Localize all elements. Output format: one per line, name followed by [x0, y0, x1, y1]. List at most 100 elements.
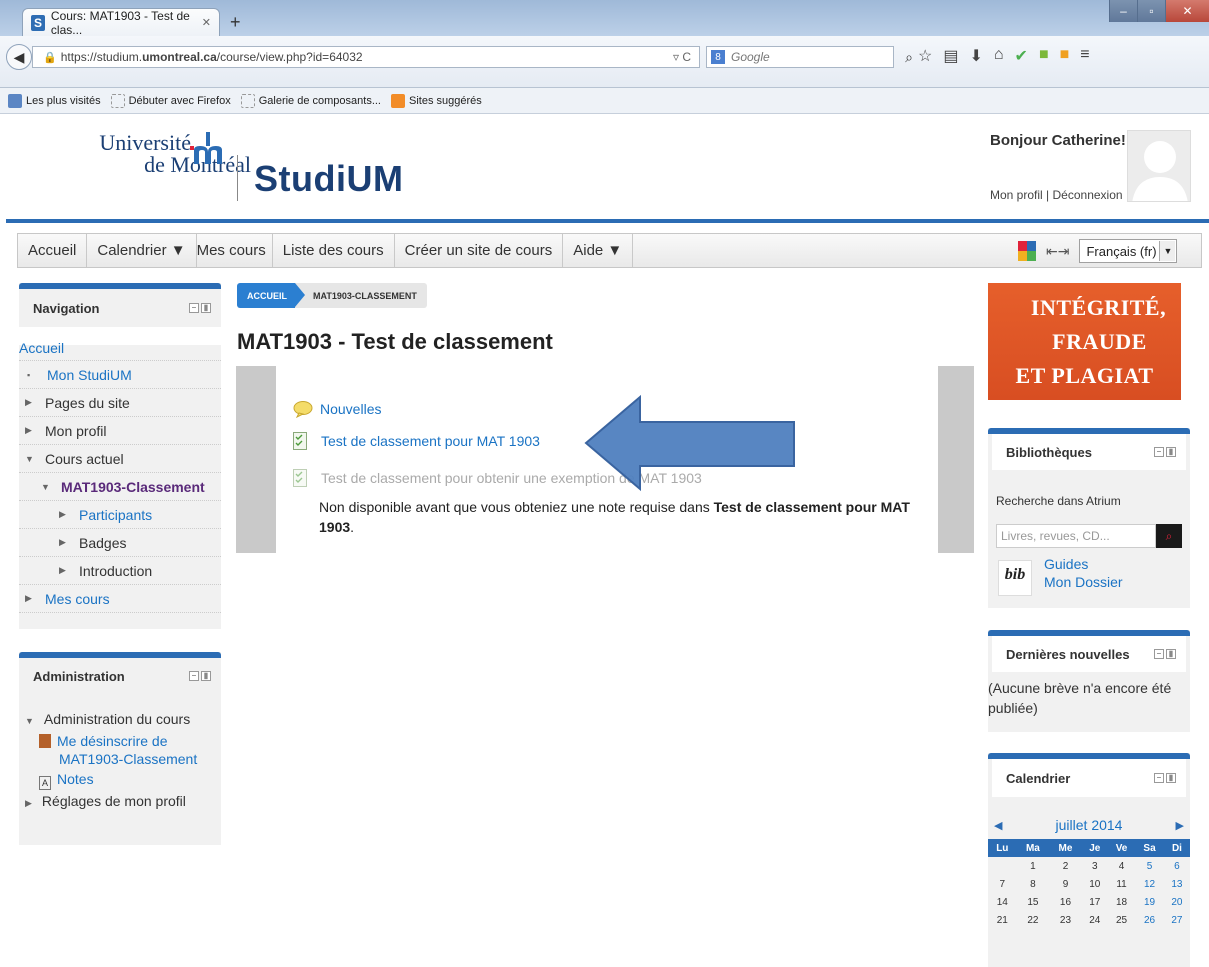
bookmark-getting-started[interactable]: Débuter avec Firefox: [110, 93, 231, 108]
calendar-day[interactable]: 2: [1049, 857, 1082, 875]
calendar-day[interactable]: 4: [1108, 857, 1135, 875]
reading-list-icon[interactable]: ▤: [943, 46, 958, 66]
calendar-day[interactable]: 15: [1017, 893, 1050, 911]
expand-width-icon[interactable]: ⇤⇥: [1046, 243, 1069, 260]
menu-item-my-courses[interactable]: Mes cours: [197, 234, 272, 267]
nav-item-introduction[interactable]: ▶ Introduction: [19, 557, 221, 585]
calendar-day[interactable]: 3: [1082, 857, 1108, 875]
nav-item-my-profile[interactable]: ▶ Mon profil: [19, 417, 221, 445]
previous-month-icon[interactable]: ◀: [994, 819, 1002, 832]
calendar-day[interactable]: 25: [1108, 911, 1135, 929]
integrity-banner[interactable]: INTÉGRITÉ, FRAUDE ET PLAGIAT: [988, 283, 1181, 400]
calendar-day[interactable]: 8: [1017, 875, 1050, 893]
menu-item-calendar[interactable]: Calendrier ▼: [87, 234, 197, 267]
admin-item-profile-settings[interactable]: ▶ Réglages de mon profil: [25, 790, 221, 814]
menu-item-course-list[interactable]: Liste des cours: [271, 234, 395, 267]
dock-icon[interactable]: ▮: [201, 303, 211, 313]
admin-item-course-admin[interactable]: ▼ Administration du cours: [25, 708, 221, 732]
calendar-day[interactable]: 22: [1017, 911, 1050, 929]
download-icon[interactable]: ⬇: [969, 46, 982, 66]
green-addon-icon[interactable]: ■: [1039, 46, 1049, 66]
header-divider: [6, 219, 1209, 223]
calendar-day[interactable]: 17: [1082, 893, 1108, 911]
calendar-month[interactable]: juillet 2014: [1056, 817, 1123, 833]
activity-quiz-placement[interactable]: Test de classement pour MAT 1903: [293, 432, 540, 450]
calendar-day[interactable]: 10: [1082, 875, 1108, 893]
window-close-icon[interactable]: ✕: [1165, 0, 1209, 22]
calendar-day[interactable]: 19: [1135, 893, 1164, 911]
my-file-link[interactable]: Mon Dossier: [1044, 574, 1123, 590]
calendar-day[interactable]: 11: [1108, 875, 1135, 893]
activity-news[interactable]: Nouvelles: [292, 400, 381, 418]
search-box[interactable]: 8 Google ⌕: [706, 46, 913, 68]
calendar-day[interactable]: 14: [988, 893, 1017, 911]
calendar-day[interactable]: 21: [988, 911, 1017, 929]
theme-colors-icon[interactable]: [1018, 241, 1036, 261]
menu-item-create-course[interactable]: Créer un site de cours: [395, 234, 564, 267]
collapse-icon[interactable]: –: [1154, 447, 1164, 457]
calendar-day[interactable]: 27: [1164, 911, 1190, 929]
library-search-button[interactable]: ⌕: [1156, 524, 1182, 548]
collapse-icon[interactable]: –: [189, 303, 199, 313]
dock-icon[interactable]: ▮: [1166, 773, 1176, 783]
close-tab-icon[interactable]: ✕: [202, 16, 211, 29]
calendar-day[interactable]: 13: [1164, 875, 1190, 893]
nav-item-my-studium[interactable]: ▪ Mon StudiUM: [19, 361, 221, 389]
collapse-icon[interactable]: –: [1154, 649, 1164, 659]
calendar-day[interactable]: 26: [1135, 911, 1164, 929]
calendar-day[interactable]: 23: [1049, 911, 1082, 929]
maximize-icon[interactable]: ▫: [1137, 0, 1165, 22]
back-arrow-icon[interactable]: ◀: [6, 44, 32, 70]
admin-item-grades[interactable]: A Notes: [25, 768, 221, 790]
menu-icon[interactable]: ≡: [1080, 46, 1089, 66]
library-search-input[interactable]: Livres, revues, CD...: [996, 524, 1156, 548]
calendar-day[interactable]: 6: [1164, 857, 1190, 875]
menu-item-help[interactable]: Aide ▼: [563, 234, 634, 267]
my-profile-link[interactable]: Mon profil: [990, 188, 1043, 202]
minimize-icon[interactable]: –: [1109, 0, 1137, 22]
bookmark-star-icon[interactable]: ☆: [918, 46, 932, 66]
collapse-icon[interactable]: –: [189, 671, 199, 681]
calendar-day[interactable]: 24: [1082, 911, 1108, 929]
calendar-day[interactable]: 5: [1135, 857, 1164, 875]
guides-link[interactable]: Guides: [1044, 556, 1088, 572]
calendar-day[interactable]: 18: [1108, 893, 1135, 911]
nav-item-badges[interactable]: ▶ Badges: [19, 529, 221, 557]
calendar-day[interactable]: 1: [1017, 857, 1050, 875]
bookmark-suggested-sites[interactable]: Sites suggérés: [391, 93, 482, 108]
bookmark-web-slice-gallery[interactable]: Galerie de composants...: [240, 93, 381, 108]
next-month-icon[interactable]: ▶: [1176, 819, 1184, 832]
avatar[interactable]: [1127, 130, 1191, 202]
browser-tab[interactable]: S Cours: MAT1903 - Test de clas... ✕: [22, 8, 220, 37]
breadcrumb-home[interactable]: ACCUEIL: [237, 283, 305, 308]
nav-item-home[interactable]: Accueil: [19, 335, 221, 361]
menu-item-home[interactable]: Accueil: [18, 234, 88, 267]
checkmark-icon[interactable]: ✔: [1015, 46, 1028, 66]
bookmark-most-visited[interactable]: Les plus visités: [8, 93, 101, 108]
nav-item-participants[interactable]: ▶ Participants: [19, 501, 221, 529]
reload-icon[interactable]: ▿ C: [673, 50, 691, 64]
dock-icon[interactable]: ▮: [1166, 447, 1176, 457]
admin-item-unenrol[interactable]: Me désinscrire de MAT1903-Classement: [25, 732, 221, 768]
collapse-icon[interactable]: –: [1154, 773, 1164, 783]
nav-item-course[interactable]: ▼ MAT1903-Classement: [19, 473, 221, 501]
calendar-day[interactable]: 16: [1049, 893, 1082, 911]
logout-link[interactable]: Déconnexion: [1053, 188, 1123, 202]
url-bar[interactable]: 🔒 https://studium. umontreal.ca/course/vi…: [32, 46, 700, 68]
home-icon[interactable]: ⌂: [994, 46, 1004, 66]
nav-item-my-courses[interactable]: ▶ Mes cours: [19, 585, 221, 613]
calendar-day[interactable]: 9: [1049, 875, 1082, 893]
orange-addon-icon[interactable]: ■: [1060, 46, 1070, 66]
search-icon[interactable]: ⌕: [905, 49, 913, 66]
dock-icon[interactable]: ▮: [201, 671, 211, 681]
nav-item-site-pages[interactable]: ▶ Pages du site: [19, 389, 221, 417]
breadcrumb-current[interactable]: MAT1903-CLASSEMENT: [295, 283, 427, 308]
calendar-day[interactable]: 12: [1135, 875, 1164, 893]
nav-item-current-course[interactable]: ▼ Cours actuel: [19, 445, 221, 473]
dock-icon[interactable]: ▮: [1166, 649, 1176, 659]
calendar-day[interactable]: 7: [988, 875, 1017, 893]
new-tab-icon[interactable]: +: [230, 12, 241, 33]
calendar-day[interactable]: 20: [1164, 893, 1190, 911]
studium-brand[interactable]: StudiUM: [254, 158, 403, 200]
language-select[interactable]: Français (fr) ▼: [1079, 239, 1178, 263]
